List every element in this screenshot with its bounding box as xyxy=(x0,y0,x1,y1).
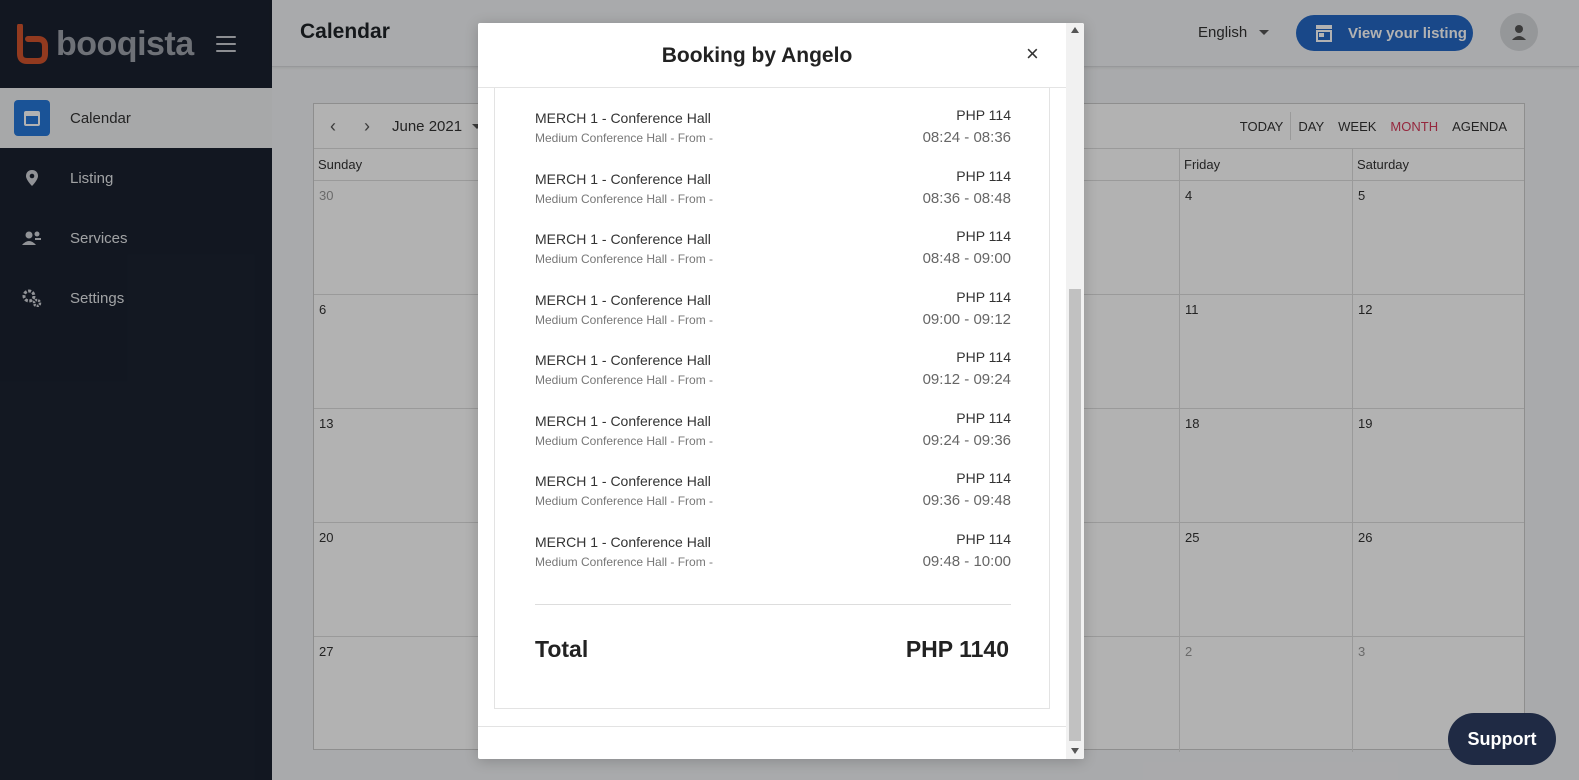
item-price: PHP 114 xyxy=(956,107,1011,123)
list-item: MERCH 1 - Conference Hall Medium Confere… xyxy=(535,531,1011,582)
item-time: 09:24 - 09:36 xyxy=(922,432,1011,449)
item-time: 09:36 - 09:48 xyxy=(922,492,1011,509)
item-name: MERCH 1 - Conference Hall xyxy=(535,292,711,308)
item-subtitle: Medium Conference Hall - From - xyxy=(535,434,714,448)
item-time: 08:24 - 08:36 xyxy=(922,129,1011,146)
scroll-up-icon[interactable] xyxy=(1071,27,1079,33)
item-name: MERCH 1 - Conference Hall xyxy=(535,473,711,489)
modal-scrollbar[interactable] xyxy=(1066,23,1084,759)
item-name: MERCH 1 - Conference Hall xyxy=(535,352,711,368)
close-icon[interactable]: × xyxy=(1026,41,1039,67)
item-time: 09:00 - 09:12 xyxy=(922,311,1011,328)
item-subtitle: Medium Conference Hall - From - xyxy=(535,252,714,266)
item-price: PHP 114 xyxy=(956,531,1011,547)
item-time: 08:36 - 08:48 xyxy=(922,190,1011,207)
list-item: MERCH 1 - Conference Hall Medium Confere… xyxy=(535,107,1011,158)
item-subtitle: Medium Conference Hall - From - xyxy=(535,313,714,327)
list-item: MERCH 1 - Conference Hall Medium Confere… xyxy=(535,228,1011,279)
item-name: MERCH 1 - Conference Hall xyxy=(535,231,711,247)
item-subtitle: Medium Conference Hall - From - xyxy=(535,192,714,206)
item-time: 09:48 - 10:00 xyxy=(922,553,1011,570)
list-item: MERCH 1 - Conference Hall Medium Confere… xyxy=(535,168,1011,219)
scroll-down-icon[interactable] xyxy=(1071,748,1079,754)
item-price: PHP 114 xyxy=(956,410,1011,426)
item-price: PHP 114 xyxy=(956,470,1011,486)
item-subtitle: Medium Conference Hall - From - xyxy=(535,373,714,387)
list-item: MERCH 1 - Conference Hall Medium Confere… xyxy=(535,470,1011,521)
item-subtitle: Medium Conference Hall - From - xyxy=(535,494,714,508)
item-time: 08:48 - 09:00 xyxy=(922,250,1011,267)
item-price: PHP 114 xyxy=(956,228,1011,244)
item-price: PHP 114 xyxy=(956,289,1011,305)
divider xyxy=(535,604,1011,605)
item-name: MERCH 1 - Conference Hall xyxy=(535,534,711,550)
support-button[interactable]: Support xyxy=(1448,713,1556,765)
item-name: MERCH 1 - Conference Hall xyxy=(535,413,711,429)
item-price: PHP 114 xyxy=(956,349,1011,365)
total-value: PHP 1140 xyxy=(905,636,1009,662)
list-item: MERCH 1 - Conference Hall Medium Confere… xyxy=(535,410,1011,461)
modal-title: Booking by Angelo xyxy=(661,44,853,67)
booking-modal: Booking by Angelo × MERCH 1 - Conference… xyxy=(478,23,1084,759)
item-subtitle: Medium Conference Hall - From - xyxy=(535,555,714,569)
total-label: Total xyxy=(535,636,589,662)
item-price: PHP 114 xyxy=(956,168,1011,184)
modal-header: Booking by Angelo × xyxy=(478,23,1066,88)
modal-body: MERCH 1 - Conference Hall Medium Confere… xyxy=(494,88,1050,709)
scroll-thumb[interactable] xyxy=(1069,289,1081,741)
list-item: MERCH 1 - Conference Hall Medium Confere… xyxy=(535,289,1011,340)
item-time: 09:12 - 09:24 xyxy=(922,371,1011,388)
modal-footer-divider xyxy=(478,726,1066,727)
item-name: MERCH 1 - Conference Hall xyxy=(535,110,711,126)
list-item: MERCH 1 - Conference Hall Medium Confere… xyxy=(535,349,1011,400)
item-subtitle: Medium Conference Hall - From - xyxy=(535,131,714,145)
item-name: MERCH 1 - Conference Hall xyxy=(535,171,711,187)
